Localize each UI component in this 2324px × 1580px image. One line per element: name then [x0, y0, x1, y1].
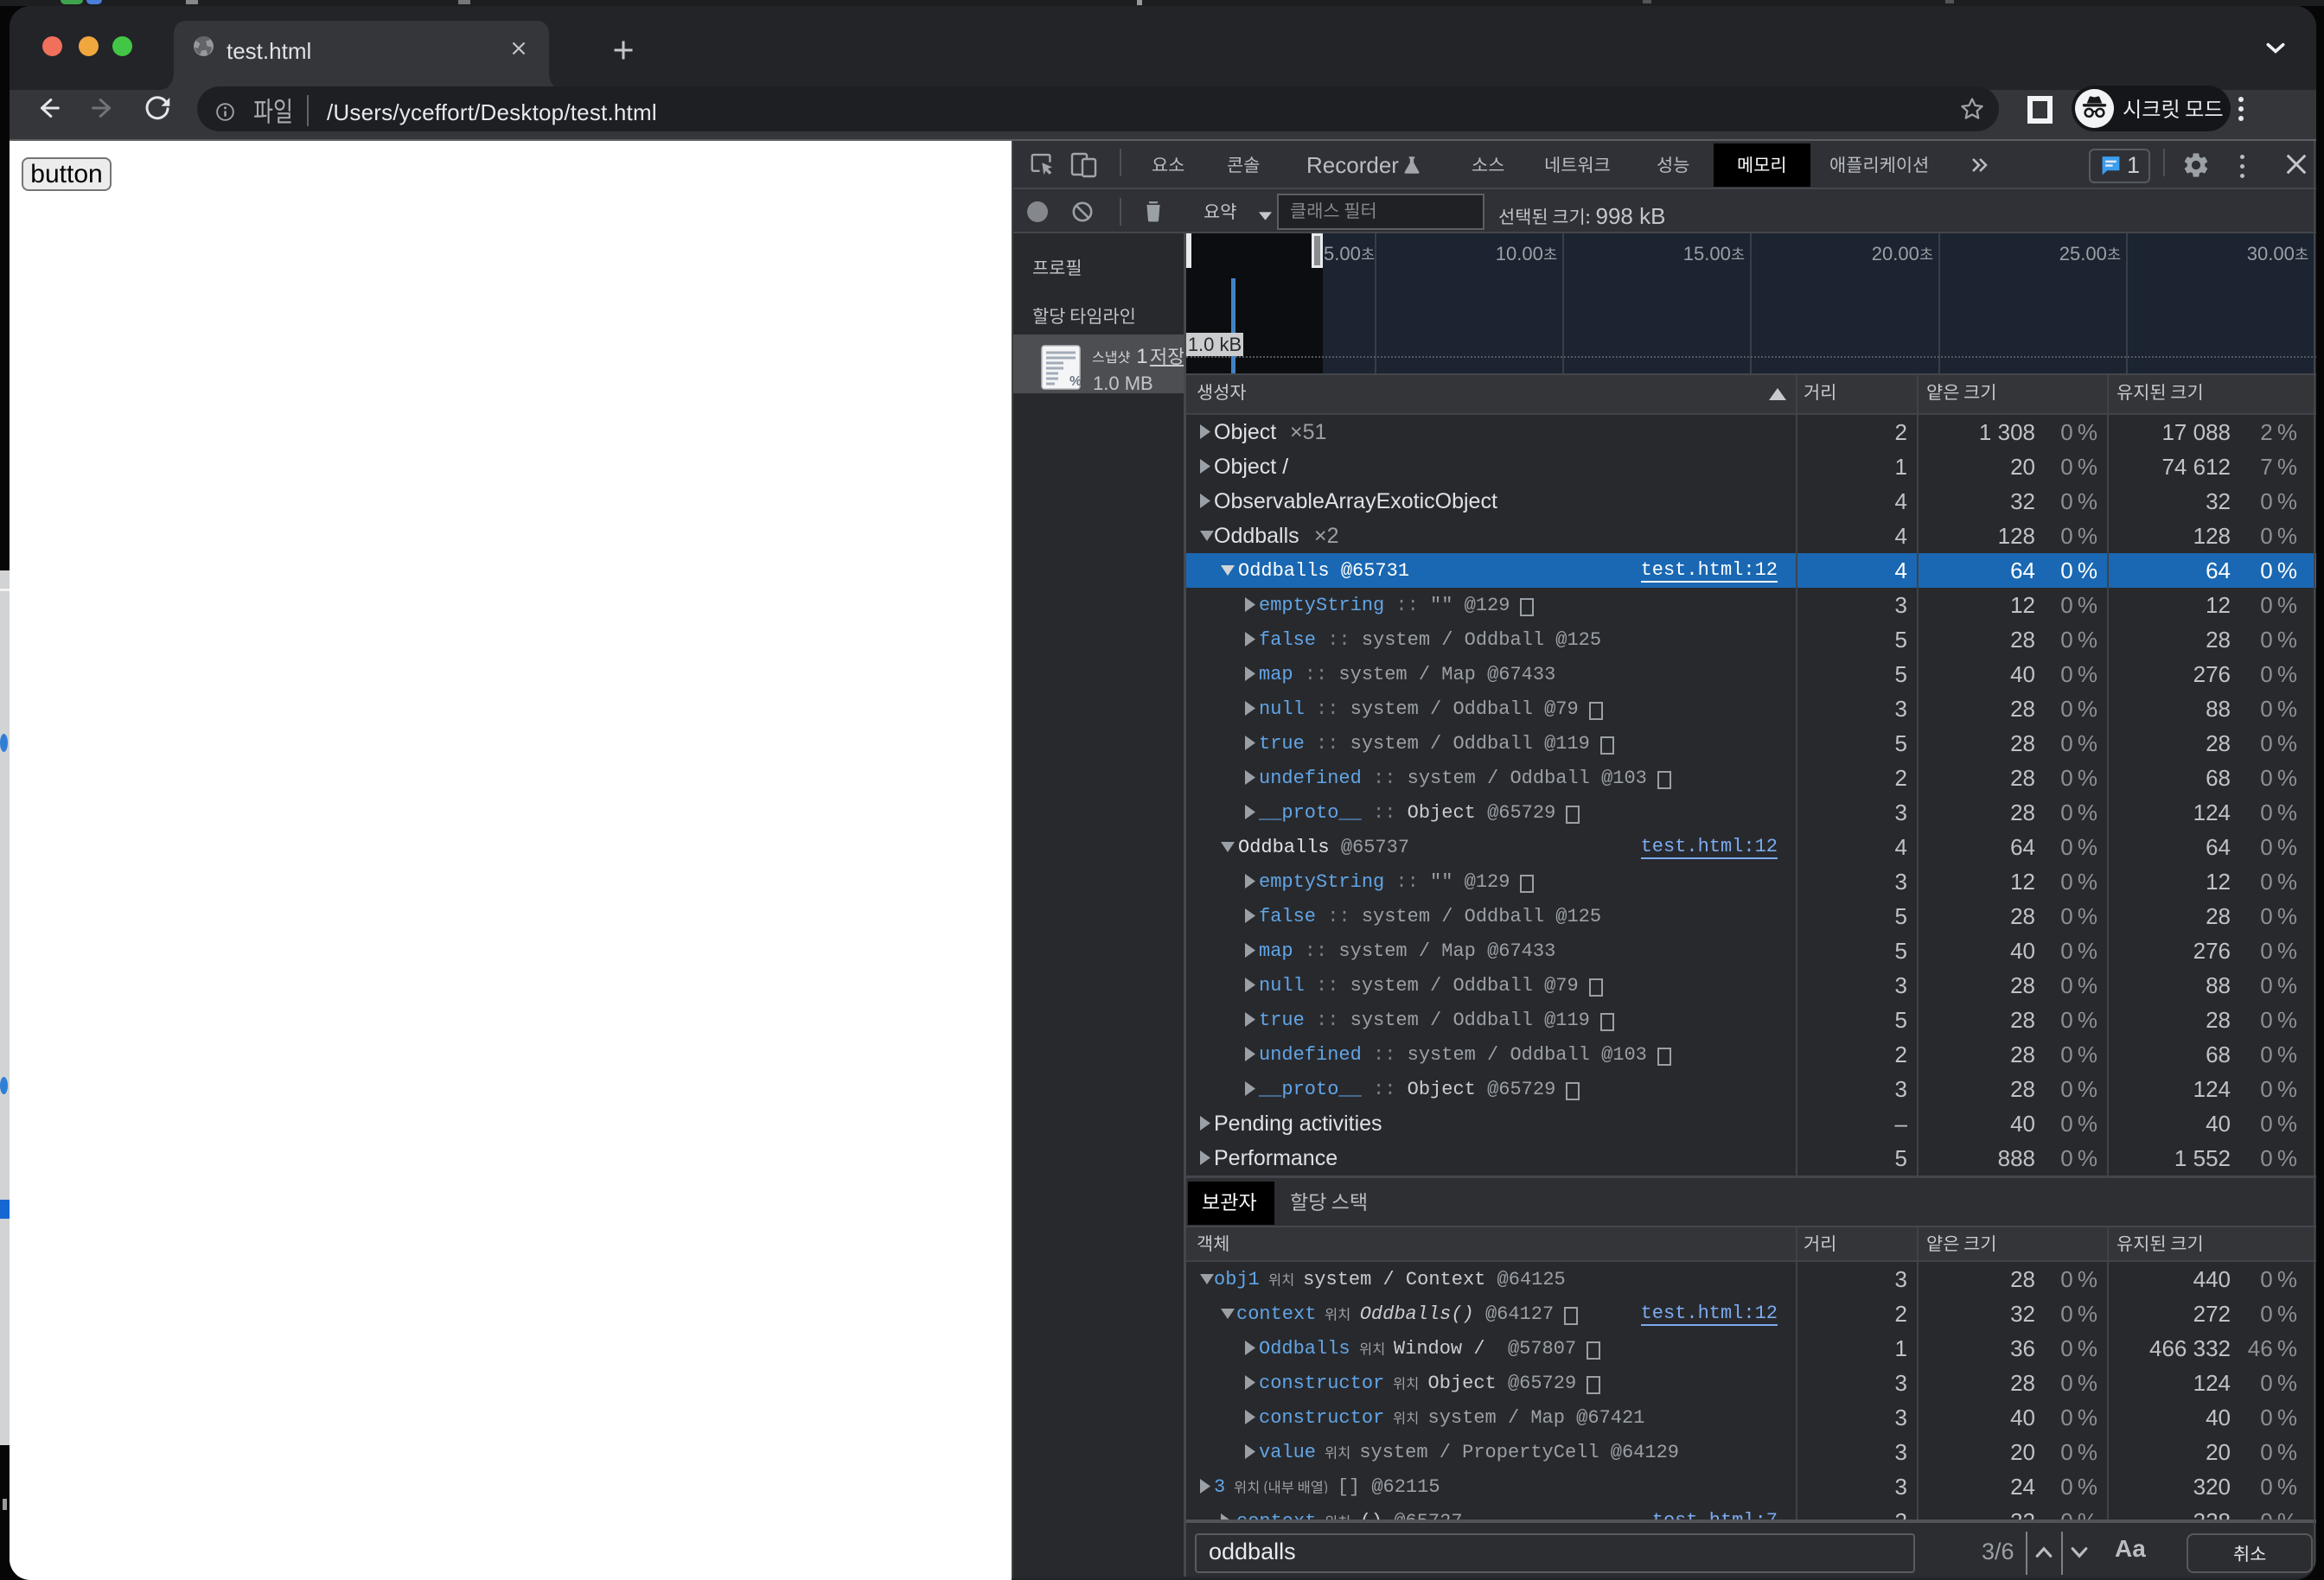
svg-text:%: % — [1069, 374, 1081, 389]
